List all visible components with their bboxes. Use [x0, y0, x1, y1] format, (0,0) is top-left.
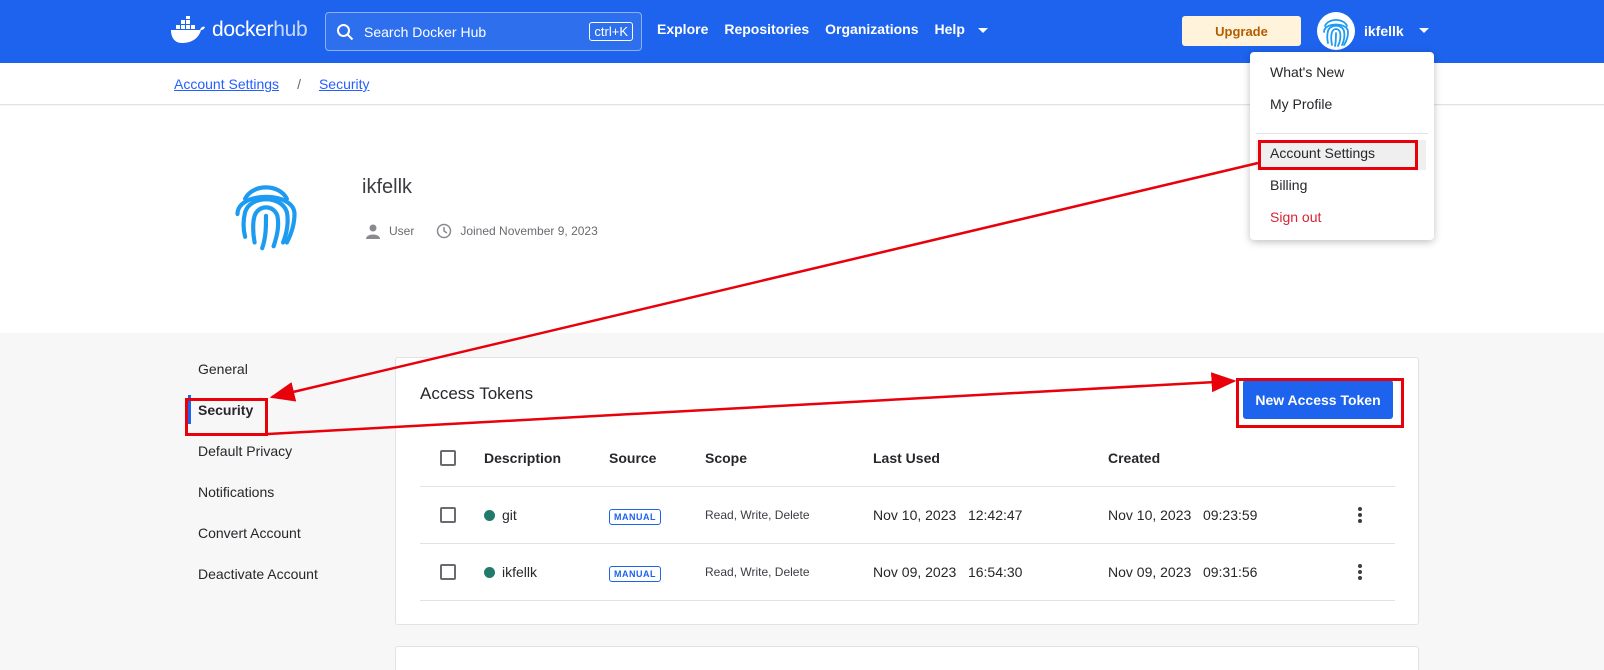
- user-menu-trigger[interactable]: ikfellk: [1316, 11, 1430, 51]
- profile-username: ikfellk: [362, 176, 413, 198]
- column-header-description: Description: [484, 450, 562, 466]
- access-tokens-table: Description Source Scope Last Used Creat…: [420, 430, 1395, 601]
- token-source: MANUAL: [609, 507, 661, 525]
- table-header-row: Description Source Scope Last Used Creat…: [420, 430, 1395, 487]
- nav-organizations[interactable]: Organizations: [825, 21, 918, 37]
- sidebar-item-general[interactable]: General: [186, 348, 386, 389]
- annotation-box-new-access-token: [1236, 378, 1404, 428]
- fingerprint-avatar-icon: [1317, 12, 1355, 50]
- menu-divider: [1256, 133, 1428, 134]
- more-options-icon[interactable]: [1357, 563, 1363, 581]
- main-nav: Explore Repositories Organizations Help: [657, 21, 989, 37]
- docker-hub-logo[interactable]: dockerhub: [170, 14, 308, 46]
- breadcrumb-security[interactable]: Security: [319, 76, 370, 92]
- column-header-last-used: Last Used: [873, 450, 940, 466]
- column-header-scope: Scope: [705, 450, 748, 466]
- username-label: ikfellk: [1364, 23, 1404, 39]
- next-settings-card: [395, 646, 1419, 670]
- annotation-box-account-settings: [1258, 140, 1418, 170]
- token-last-used: Nov 10, 2023 12:42:47: [873, 507, 1023, 523]
- profile-meta: User Joined November 9, 2023: [365, 223, 598, 239]
- token-name: ikfellk: [502, 564, 538, 580]
- logo-hub-text: hub: [273, 18, 308, 41]
- sidebar-item-default-privacy[interactable]: Default Privacy: [186, 430, 386, 471]
- token-scope: Read, Write, Delete: [705, 565, 810, 579]
- select-all-checkbox[interactable]: [440, 450, 456, 466]
- search-placeholder: Search Docker Hub: [364, 23, 487, 40]
- search-shortcut-badge: ctrl+K: [589, 22, 633, 41]
- nav-explore[interactable]: Explore: [657, 21, 708, 37]
- sidebar-item-convert-account[interactable]: Convert Account: [186, 512, 386, 553]
- source-badge: MANUAL: [609, 566, 661, 582]
- row-checkbox[interactable]: [440, 507, 456, 523]
- user-icon: [366, 224, 380, 239]
- token-name: git: [502, 507, 517, 523]
- annotation-box-security: [185, 398, 268, 436]
- column-header-created: Created: [1108, 450, 1161, 466]
- table-row[interactable]: ikfellk MANUAL Read, Write, Delete Nov 0…: [420, 544, 1395, 601]
- token-last-used: Nov 09, 2023 16:54:30: [873, 564, 1023, 580]
- fingerprint-avatar-icon: [235, 185, 297, 251]
- active-status-dot: [484, 509, 495, 521]
- logo-docker-text: docker: [212, 18, 274, 41]
- access-tokens-title: Access Tokens: [420, 384, 534, 403]
- more-options-icon[interactable]: [1357, 506, 1363, 524]
- sidebar-item-notifications[interactable]: Notifications: [186, 471, 386, 512]
- table-row[interactable]: git MANUAL Read, Write, Delete Nov 10, 2…: [420, 487, 1395, 544]
- menu-item-whats-new[interactable]: What's New: [1270, 64, 1344, 80]
- column-header-source: Source: [609, 450, 657, 466]
- settings-sidebar: General Security Default Privacy Notific…: [186, 348, 386, 594]
- profile-joined-date: Joined November 9, 2023: [460, 224, 598, 238]
- token-source: MANUAL: [609, 564, 661, 582]
- profile-role: User: [389, 224, 415, 238]
- token-created: Nov 10, 2023 09:23:59: [1108, 507, 1258, 523]
- row-checkbox[interactable]: [440, 564, 456, 580]
- token-scope: Read, Write, Delete: [705, 508, 810, 522]
- menu-item-billing[interactable]: Billing: [1270, 177, 1307, 193]
- active-status-dot: [484, 566, 495, 578]
- chevron-down-icon: [1418, 28, 1429, 33]
- nav-repositories[interactable]: Repositories: [724, 21, 809, 37]
- nav-help[interactable]: Help: [935, 21, 965, 37]
- search-input[interactable]: Search Docker Hub ctrl+K: [325, 12, 642, 51]
- menu-item-my-profile[interactable]: My Profile: [1270, 96, 1332, 112]
- clock-icon: [437, 223, 452, 239]
- breadcrumb-account-settings[interactable]: Account Settings: [174, 76, 279, 92]
- token-created: Nov 09, 2023 09:31:56: [1108, 564, 1258, 580]
- upgrade-button[interactable]: Upgrade: [1182, 16, 1301, 46]
- docker-whale-icon: [171, 16, 205, 43]
- sidebar-item-deactivate-account[interactable]: Deactivate Account: [186, 553, 386, 594]
- chevron-down-icon[interactable]: [977, 27, 989, 35]
- source-badge: MANUAL: [609, 509, 661, 525]
- search-icon: [337, 23, 354, 40]
- token-description: ikfellk: [484, 564, 537, 580]
- menu-item-sign-out[interactable]: Sign out: [1270, 209, 1321, 225]
- breadcrumb: Account Settings / Security: [174, 76, 370, 92]
- token-description: git: [484, 507, 517, 523]
- breadcrumb-separator: /: [297, 76, 301, 92]
